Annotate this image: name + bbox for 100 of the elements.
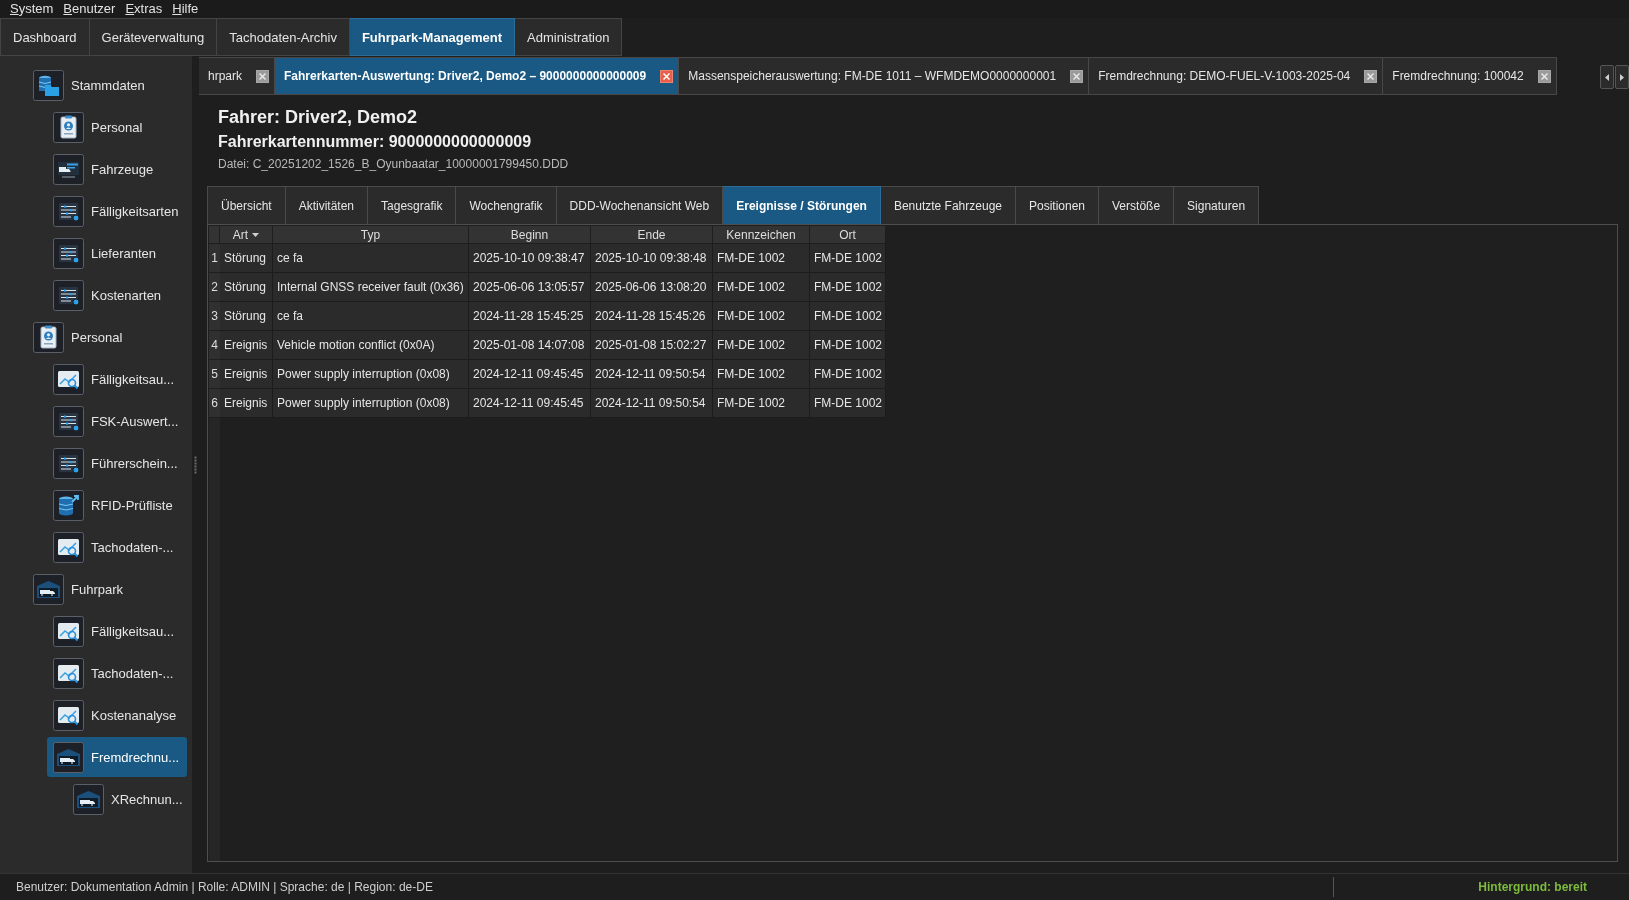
table-cell: 2025-01-08 14:07:08 [469,331,591,360]
tree-item[interactable]: Fuhrpark [27,569,187,609]
table-cell: 2025-06-06 13:05:57 [469,273,591,302]
column-header[interactable]: Kennzeichen [713,226,810,244]
table-cell: Störung [220,244,273,273]
tree-item[interactable]: Tachodaten-... [47,653,187,693]
tree-item[interactable]: Tachodaten-... [47,527,187,567]
background-status: Hintergrund: bereit [1478,880,1587,894]
sub-tab[interactable]: Ereignisse / Störungen [723,186,881,224]
sub-tab[interactable]: Übersicht [207,186,286,224]
chart-search-icon [53,531,84,563]
scroll-right-button[interactable] [1615,65,1629,89]
table-cell: FM-DE 1002 [810,360,886,389]
tree-item[interactable]: Kostenanalyse [47,695,187,735]
garage-truck-icon [73,783,104,815]
tree-item[interactable]: RFID-Prüfliste [47,485,187,525]
tree-item[interactable]: Personal [27,317,187,357]
row-number: 1 [209,244,220,273]
grip-icon[interactable] [194,455,197,474]
table-cell: FM-DE 1002 [810,331,886,360]
garage-truck-icon [53,741,84,773]
close-icon[interactable] [256,69,269,83]
sub-tab[interactable]: DDD-Wochenansicht Web [556,186,724,224]
caret-right-icon [1620,73,1624,81]
list-settings-icon [53,405,84,437]
table-cell: Power supply interruption (0x08) [273,360,469,389]
main-tab[interactable]: Dashboard [0,18,90,56]
table-cell: 2025-06-06 13:08:20 [591,273,713,302]
tree-item[interactable]: Personal [47,107,187,147]
tree-item[interactable]: Stammdaten [27,65,187,105]
menu-item[interactable]: System [10,1,54,17]
close-icon[interactable] [1364,69,1378,83]
sub-tab[interactable]: Verstöße [1099,186,1175,224]
tree-item[interactable]: FSK-Auswert... [47,401,187,441]
sub-tab[interactable]: Wochengrafik [456,186,557,224]
sub-tab[interactable]: Signaturen [1174,186,1260,224]
main-tab[interactable]: Administration [515,18,623,56]
tree-item[interactable]: Kostenarten [47,275,187,315]
table-cell: FM-DE 1002 [810,302,886,331]
table-cell: FM-DE 1002 [810,244,886,273]
table-cell: Internal GNSS receiver fault (0x36) [273,273,469,302]
sub-tab[interactable]: Aktivitäten [285,186,369,224]
table-cell: 2024-12-11 09:45:45 [469,389,591,418]
tree-item[interactable]: Fälligkeitsau... [47,359,187,399]
scroll-left-button[interactable] [1600,65,1614,89]
table-cell: 2024-11-28 15:45:25 [469,302,591,331]
table-cell: Ereignis [220,360,273,389]
sort-caret-icon [252,232,260,237]
id-badge-icon [53,111,84,143]
table-cell: Power supply interruption (0x08) [273,389,469,418]
tree-item[interactable]: Führerschein... [47,443,187,483]
chart-search-icon [53,657,84,689]
table-cell: 2025-10-10 09:38:47 [469,244,591,273]
menu-item[interactable]: Hilfe [172,1,199,17]
close-icon[interactable] [1537,69,1551,83]
table-cell: Störung [220,273,273,302]
sub-tab[interactable]: Positionen [1016,186,1100,224]
menu-item[interactable]: Extras [125,1,163,17]
tree-item[interactable]: Fremdrechnu... [47,737,187,777]
document-tab[interactable]: hrpark [199,57,275,95]
column-header[interactable]: Art [220,226,273,244]
main-tab[interactable]: Fuhrpark-Management [349,18,516,56]
card-number: Fahrerkartennummer: 9000000000000009 [218,132,533,152]
sub-tab[interactable]: Benutzte Fahrzeuge [880,186,1016,224]
document-tab[interactable]: Massenspeicherauswertung: FM-DE 1011 – WFMDEMO0000000001 [679,57,1090,95]
table-cell: FM-DE 1002 [810,389,886,418]
table-cell: 2024-12-11 09:50:54 [591,360,713,389]
tree-item[interactable]: Fälligkeitsau... [47,611,187,651]
column-header[interactable]: Ende [591,226,713,244]
garage-truck-icon [33,573,64,605]
table-cell: 2025-01-08 15:02:27 [591,331,713,360]
main-tab[interactable]: Geräteverwaltung [89,18,218,56]
main-tab[interactable]: Tachodaten-Archiv [217,18,350,56]
close-icon[interactable] [660,69,674,83]
column-header[interactable]: Ort [810,226,886,244]
table-cell: FM-DE 1002 [713,331,810,360]
chart-search-icon [53,363,84,395]
sub-tab[interactable]: Tagesgrafik [368,186,457,224]
column-header[interactable]: Beginn [469,226,591,244]
chart-search-icon [53,699,84,731]
document-tab[interactable]: Fremdrechnung: 100042 [1383,57,1557,95]
table-cell: 2024-12-11 09:45:45 [469,360,591,389]
table-cell: FM-DE 1002 [713,360,810,389]
column-header[interactable]: Typ [273,226,469,244]
table-cell: 2024-12-11 09:50:54 [591,389,713,418]
tree-item[interactable]: Fälligkeitsarten [47,191,187,231]
table-cell: FM-DE 1002 [713,389,810,418]
document-tab[interactable]: Fremdrechnung: DEMO-FUEL-V-1003-2025-04 [1089,57,1384,95]
table-cell: Ereignis [220,331,273,360]
document-tab[interactable]: Fahrerkarten-Auswertung: Driver2, Demo2 – 9000000000000009 [275,57,680,95]
menu-item[interactable]: Benutzer [63,1,116,17]
truck-screen-icon [53,153,84,185]
table-cell: Ereignis [220,389,273,418]
driver-title: Fahrer: Driver2, Demo2 [218,106,419,128]
table-cell: ce fa [273,302,469,331]
tree-item[interactable]: Fahrzeuge [47,149,187,189]
close-icon[interactable] [1070,69,1084,83]
tree-item[interactable]: XRechnun... [67,779,187,819]
table-cell: 2024-11-28 15:45:26 [591,302,713,331]
tree-item[interactable]: Lieferanten [47,233,187,273]
